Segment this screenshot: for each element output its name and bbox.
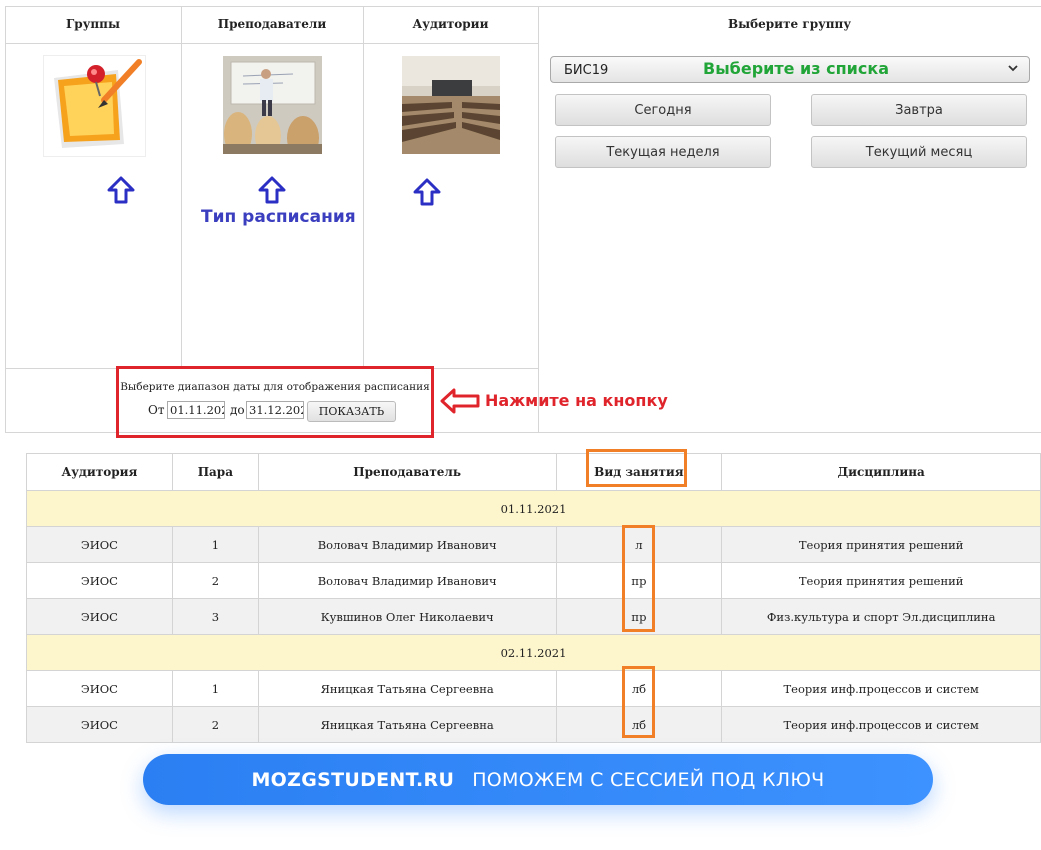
annotation-press-button: Нажмите на кнопку (485, 391, 668, 410)
column-title-rooms: Аудитории (412, 17, 489, 31)
cell-discipline: Теория принятия решений (721, 562, 1041, 599)
schedule-table: Аудитория Пара Преподаватель Вид занятия… (26, 453, 1041, 743)
current-month-button[interactable]: Текущий месяц (811, 136, 1027, 168)
date-range-title: Выберите диапазон даты для отображения р… (120, 381, 430, 393)
tomorrow-button[interactable]: Завтра (811, 94, 1027, 126)
from-label: От (148, 403, 165, 417)
cell-teacher: Воловач Владимир Иванович (257, 526, 557, 563)
group-select-value: БИС19 (564, 63, 609, 78)
cell-discipline: Физ.культура и спорт Эл.дисциплина (721, 598, 1041, 635)
header-teacher: Преподаватель (257, 453, 557, 491)
from-date-input[interactable]: 01.11.202 (167, 401, 225, 419)
cell-discipline: Теория инф.процессов и систем (721, 706, 1041, 743)
cell-discipline: Теория принятия решений (721, 526, 1041, 563)
to-date-input[interactable]: 31.12.202 (246, 401, 304, 419)
teachers-photo[interactable] (223, 56, 322, 154)
cell-room: ЭИОС (26, 706, 173, 743)
table-row: ЭИОС 1 Яницкая Татьяна Сергеевна лб Теор… (26, 670, 1041, 707)
table-row: ЭИОС 2 Воловач Владимир Иванович пр Теор… (26, 562, 1041, 599)
header-room: Аудитория (26, 453, 173, 491)
cell-teacher: Кувшинов Олег Николаевич (257, 598, 557, 635)
up-arrow-icon (107, 176, 135, 204)
cell-room: ЭИОС (26, 526, 173, 563)
annotation-schedule-type: Тип расписания (201, 207, 356, 227)
cell-teacher: Воловач Владимир Иванович (257, 562, 557, 599)
to-label: до (230, 403, 245, 417)
header-discipline: Дисциплина (721, 453, 1041, 491)
chevron-down-icon (1007, 62, 1019, 78)
column-title-teachers: Преподаватели (217, 17, 327, 31)
cell-teacher: Яницкая Татьяна Сергеевна (257, 670, 557, 707)
up-arrow-icon (258, 176, 286, 204)
highlight-class-type-column (622, 525, 655, 632)
show-button[interactable]: ПОКАЗАТЬ (307, 401, 396, 422)
date-cell: 01.11.2021 (26, 490, 1041, 527)
date-range-panel: Выберите диапазон даты для отображения р… (116, 366, 434, 438)
cell-pair: 1 (171, 670, 259, 707)
up-arrow-icon (413, 178, 441, 206)
table-row: ЭИОС 1 Воловач Владимир Иванович л Теори… (26, 526, 1041, 563)
table-row: ЭИОС 2 Яницкая Татьяна Сергеевна лб Теор… (26, 706, 1041, 743)
highlight-class-type-column (622, 666, 655, 738)
table-row: ЭИОС 3 Кувшинов Олег Николаевич пр Физ.к… (26, 598, 1041, 635)
cell-pair: 3 (171, 598, 259, 635)
highlight-class-type-header (586, 449, 687, 487)
header-pair: Пара (171, 453, 259, 491)
cell-pair: 1 (171, 526, 259, 563)
current-week-button[interactable]: Текущая неделя (555, 136, 771, 168)
cell-room: ЭИОС (26, 670, 173, 707)
promo-banner[interactable]: MOZGSTUDENT.RU ПОМОЖЕМ С СЕССИЕЙ ПОД КЛЮ… (143, 754, 933, 805)
cell-room: ЭИОС (26, 562, 173, 599)
today-button[interactable]: Сегодня (555, 94, 771, 126)
annotation-choose-from-list: Выберите из списка (703, 59, 890, 78)
column-title-select-group: Выберите группу (727, 17, 852, 31)
date-row: 02.11.2021 (26, 634, 1041, 671)
table-header-row: Аудитория Пара Преподаватель Вид занятия… (26, 453, 1041, 491)
cell-pair: 2 (171, 706, 259, 743)
cell-pair: 2 (171, 562, 259, 599)
left-arrow-icon (440, 388, 480, 414)
date-row: 01.11.2021 (26, 490, 1041, 527)
cell-teacher: Яницкая Татьяна Сергеевна (257, 706, 557, 743)
groups-icon[interactable] (43, 55, 146, 157)
column-title-groups: Группы (66, 17, 120, 31)
rooms-photo[interactable] (402, 56, 500, 154)
cell-room: ЭИОС (26, 598, 173, 635)
banner-brand: MOZGSTUDENT.RU (251, 768, 455, 791)
cell-discipline: Теория инф.процессов и систем (721, 670, 1041, 707)
date-cell: 02.11.2021 (26, 634, 1041, 671)
banner-slogan: ПОМОЖЕМ С СЕССИЕЙ ПОД КЛЮЧ (472, 768, 825, 791)
